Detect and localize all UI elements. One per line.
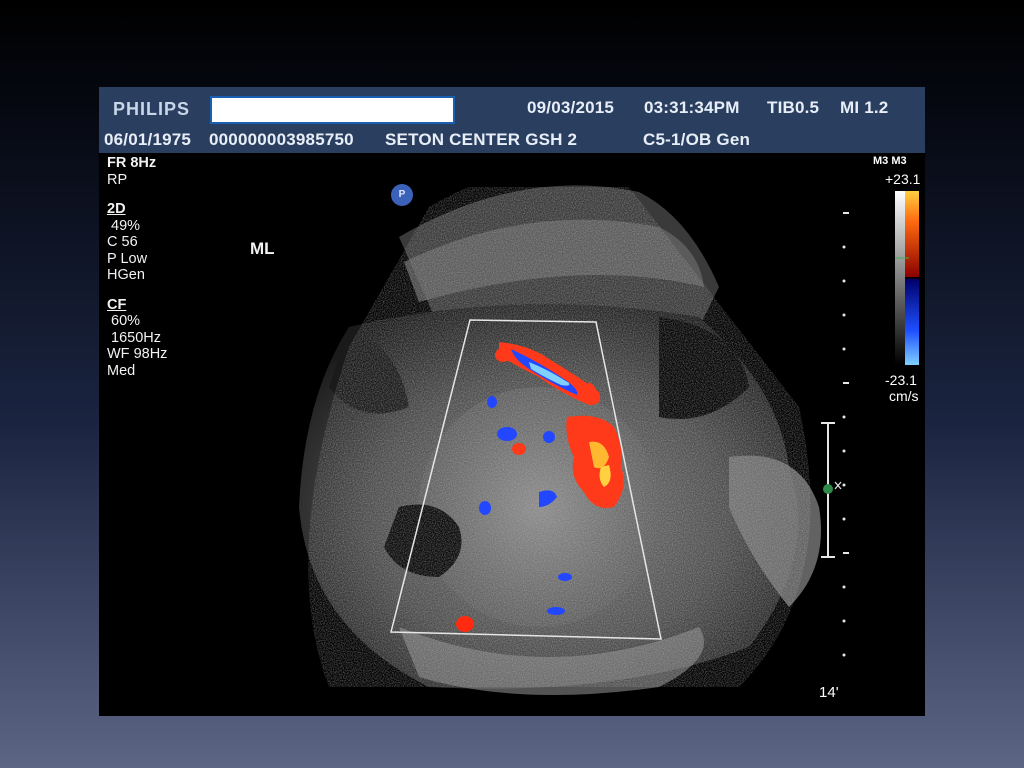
gain-2d: 49%: [107, 217, 141, 234]
flow-setting: Med: [107, 362, 136, 379]
exam-date: 09/03/2015: [527, 98, 615, 117]
patient-dob: 06/01/1975: [104, 130, 192, 149]
mi-index: MI 1.2: [840, 98, 889, 117]
ultrasound-image: [299, 185, 849, 695]
prf: 1650Hz: [107, 329, 162, 346]
power: P Low: [107, 250, 148, 267]
wall-filter: WF 98Hz: [107, 346, 168, 362]
header-bar: PHILIPS 09/03/2015 03:31:34PM TIB0.5 MI …: [99, 87, 925, 153]
frequency: HGen: [107, 267, 145, 283]
depth-label: 14': [819, 684, 839, 701]
frame-rate: FR 8Hz: [107, 155, 157, 171]
mode-2d-heading: 2D: [107, 201, 126, 217]
probe-preset: C5-1/OB Gen: [643, 130, 751, 149]
gain-cf: 60%: [107, 313, 141, 329]
velocity-unit: cm/s: [889, 388, 919, 404]
patient-name-field: [210, 96, 455, 124]
color-velocity-bar: [895, 191, 919, 365]
orientation-label: ML: [250, 239, 275, 258]
rp-label: RP: [107, 171, 128, 188]
ultrasound-screen: PHILIPS 09/03/2015 03:31:34PM TIB0.5 MI …: [99, 87, 925, 716]
compression: C 56: [107, 234, 138, 250]
probe-orientation-icon: P: [391, 184, 413, 206]
exam-time: 03:31:34PM: [644, 98, 740, 117]
color-map-label: M3 M3: [873, 155, 907, 167]
mode-cf-heading: CF: [107, 296, 127, 313]
facility-name: SETON CENTER GSH 2: [385, 130, 578, 149]
depth-scale: [842, 212, 849, 657]
velocity-min: -23.1: [885, 372, 917, 388]
imaging-parameters: FR 8Hz RP 2D 49% C 56 P Low HGen CF 60% …: [107, 155, 167, 379]
velocity-max: +23.1: [885, 171, 921, 187]
tissue-layers: [299, 185, 821, 695]
tib-index: TIB0.5: [767, 98, 820, 117]
focus-marker: [821, 422, 842, 558]
brand-logo: PHILIPS: [113, 99, 191, 119]
patient-id: 000000003985750: [209, 130, 354, 149]
